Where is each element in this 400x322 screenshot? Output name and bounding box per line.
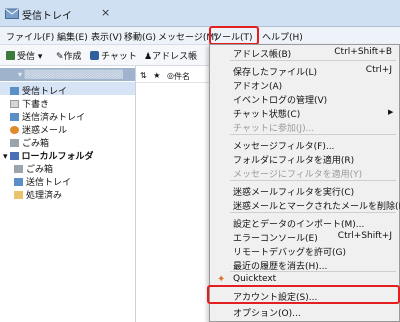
folder-inbox[interactable]: 受信トレイ (10, 84, 67, 97)
local-outbox-label: 送信トレイ (26, 178, 72, 188)
shortcut-error-console: Ctrl+Shift+J (337, 231, 392, 241)
address-book-label: アドレス帳 (152, 52, 198, 62)
menu-addons[interactable]: アドオン(A) (233, 79, 282, 92)
quicktext-icon: ✦ (217, 274, 226, 285)
menu-delete-junk[interactable]: 迷惑メールとマークされたメールを削除(D) (233, 199, 400, 212)
folder-trash-label: ごみ箱 (22, 139, 50, 149)
local-trash[interactable]: ごみ箱 (14, 162, 53, 175)
get-mail-label: 受信 (17, 52, 36, 62)
menu-help[interactable]: ヘルプ(H) (262, 30, 303, 43)
sent-icon (10, 113, 19, 121)
local-folders-label: ローカルフォルダ (21, 152, 94, 162)
trash-icon (10, 139, 19, 147)
shortcut-saved-files: Ctrl+J (365, 65, 392, 75)
menu-file[interactable]: ファイル(F) (6, 30, 54, 43)
menu-run-junk-filter[interactable]: 迷惑メールフィルタを実行(C) (233, 185, 354, 198)
local-folders[interactable]: ▾ ローカルフォルダ (3, 149, 94, 162)
menu-options[interactable]: オプション(O)... (233, 306, 301, 319)
folder-icon (14, 191, 23, 199)
folder-sent-label: 送信済みトレイ (22, 113, 86, 123)
get-mail-icon (6, 51, 15, 60)
menu-import[interactable]: 設定とデータのインポート(M)... (233, 217, 364, 230)
menu-edit[interactable]: 編集(E) (57, 30, 88, 43)
star-icon: ★ (153, 71, 163, 80)
local-processed-label: 処理済み (26, 191, 63, 201)
local-trash-label: ごみ箱 (26, 165, 54, 175)
chat-label: チャット (101, 52, 137, 62)
message-list (136, 66, 210, 322)
menu-event-log[interactable]: イベントログの管理(V) (233, 93, 327, 106)
menu-separator (230, 212, 396, 213)
menu-error-console[interactable]: エラーコンソール(E) (233, 231, 318, 244)
folder-trash[interactable]: ごみ箱 (10, 136, 49, 149)
tab-title[interactable]: 受信トレイ (22, 7, 72, 22)
chat-icon (90, 51, 99, 60)
account-name-blurred: ▾ ▒▒▒▒▒▒▒▒▒▒▒▒▒▒▒▒ (18, 70, 123, 79)
submenu-arrow-icon: ▶ (388, 108, 394, 116)
tools-menu-highlight (209, 26, 259, 45)
menu-remote-debug[interactable]: リモートデバッグを許可(G) (233, 245, 346, 258)
menu-join-chat: チャットに参加(J)... (233, 124, 315, 134)
folder-junk[interactable]: 迷惑メール (10, 123, 67, 136)
local-processed[interactable]: 処理済み (14, 188, 62, 201)
menu-address-book[interactable]: アドレス帳(B) (233, 47, 291, 60)
shortcut-address-book: Ctrl+Shift+B (334, 47, 392, 57)
trash-icon (14, 165, 23, 173)
menu-apply-filters-message: メッセージにフィルタを適用(Y) (233, 170, 363, 180)
menu-message-filters[interactable]: メッセージフィルタ(F)... (233, 139, 334, 152)
folder-drafts-label: 下書き (22, 100, 50, 110)
menu-separator (230, 134, 396, 135)
folder-sent[interactable]: 送信済みトレイ (10, 110, 85, 123)
write-button[interactable]: ✎作成 (56, 49, 82, 62)
menu-view[interactable]: 表示(V) (91, 30, 122, 43)
write-label: 作成 (63, 52, 82, 62)
folder-inbox-label: 受信トレイ (22, 87, 68, 97)
account-settings-highlight (207, 285, 400, 304)
folder-drafts[interactable]: 下書き (10, 97, 49, 110)
menu-apply-filters-folder[interactable]: フォルダにフィルタを適用(R) (233, 153, 354, 166)
junk-icon (10, 126, 19, 134)
address-book-button[interactable]: ♟アドレス帳 (144, 49, 197, 62)
inbox-icon (10, 87, 19, 95)
menu-separator (230, 180, 396, 181)
folder-junk-label: 迷惑メール (22, 126, 68, 136)
menu-go[interactable]: 移動(G) (124, 30, 156, 43)
menu-separator (230, 271, 396, 272)
tab-close-icon[interactable]: × (101, 6, 110, 19)
local-folder-icon (9, 152, 19, 160)
chat-button[interactable]: チャット (90, 49, 137, 62)
menu-quicktext[interactable]: Quicktext (233, 274, 276, 284)
inbox-tab-icon (5, 8, 19, 19)
get-mail-button[interactable]: 受信 ▾ (6, 49, 42, 62)
menu-separator (230, 60, 396, 61)
menu-chat-status[interactable]: チャット状態(C) (233, 107, 300, 120)
outbox-icon (14, 178, 23, 186)
write-icon: ✎ (56, 52, 64, 62)
menu-saved-files[interactable]: 保存したファイル(L) (233, 65, 317, 78)
star-column[interactable]: ⇅ ★ ◎ (140, 71, 176, 80)
subject-column[interactable]: 件名 (174, 71, 190, 82)
local-outbox[interactable]: 送信トレイ (14, 175, 71, 188)
drafts-icon (10, 100, 19, 108)
address-book-icon: ♟ (144, 52, 153, 62)
